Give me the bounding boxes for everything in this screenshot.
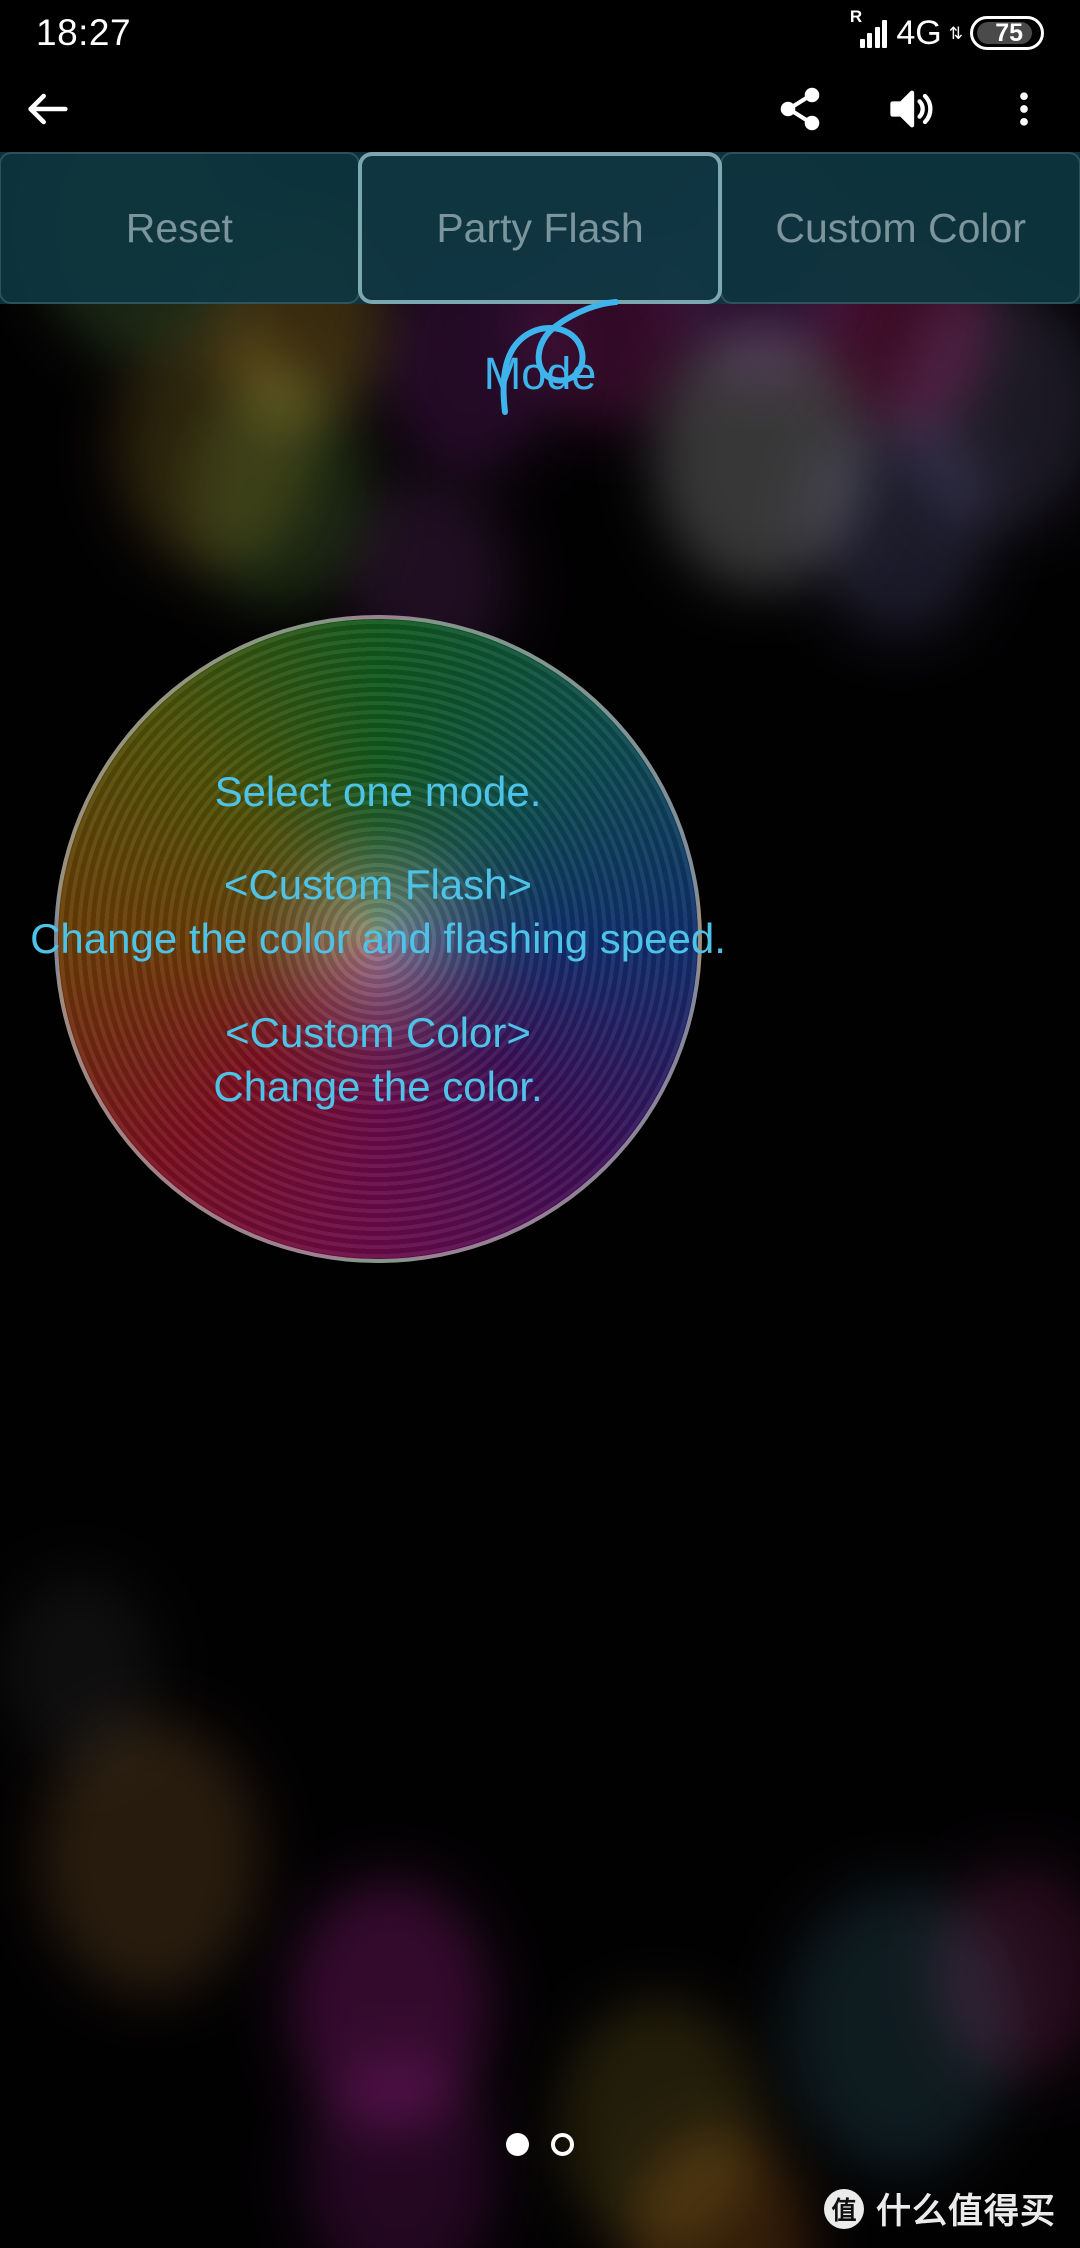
page-dot-active[interactable]: [506, 2133, 529, 2156]
watermark-text: 什么值得买: [875, 2192, 1056, 2231]
phone-screen: 18:27 R 4G ⇅ 75 Reset Party Flash Custom…: [0, 0, 1080, 2248]
bokeh-light: [810, 410, 990, 635]
network-type-label: 4G: [896, 14, 942, 52]
color-wheel-instructions: Select one mode. <Custom Flash> Change t…: [30, 615, 726, 1263]
roaming-indicator: R: [849, 7, 863, 26]
mode-annotation-label: Mode: [483, 348, 597, 399]
tab-label: Party Flash: [436, 204, 644, 251]
color-wheel[interactable]: Select one mode. <Custom Flash> Change t…: [30, 615, 726, 1263]
battery-icon: 75: [970, 16, 1044, 50]
watermark-logo-icon: 值: [823, 2188, 864, 2229]
app-toolbar: [0, 66, 1080, 152]
tab-party-flash[interactable]: Party Flash: [357, 152, 723, 304]
status-bar: 18:27 R 4G ⇅ 75: [0, 0, 1080, 66]
bokeh-light: [5, 1575, 155, 1763]
status-clock: 18:27: [36, 12, 132, 53]
tab-label: Custom Color: [775, 204, 1026, 251]
battery-level-label: 75: [995, 18, 1023, 47]
mode-tab-bar: Reset Party Flash Custom Color: [0, 152, 1080, 304]
tab-label: Reset: [125, 204, 233, 251]
page-indicator: [0, 2133, 1080, 2156]
instruction-line: Select one mode.: [214, 767, 542, 815]
instruction-line: Change the color and flashing speed.: [30, 915, 726, 963]
instruction-line: Change the color.: [213, 1062, 543, 1110]
bokeh-light: [187, 377, 373, 609]
page-dot-inactive[interactable]: [551, 2133, 574, 2156]
instruction-line: <Custom Flash>: [223, 861, 533, 909]
share-icon[interactable]: [744, 66, 856, 152]
more-vertical-icon[interactable]: [968, 66, 1080, 152]
tab-reset[interactable]: Reset: [0, 152, 360, 304]
volume-up-icon[interactable]: [856, 66, 968, 152]
watermark: 值 什么值得买: [823, 2183, 1056, 2234]
signal-bars-icon: R: [850, 8, 888, 48]
status-indicators: R 4G ⇅ 75: [850, 8, 1044, 52]
back-arrow-icon[interactable]: [0, 66, 96, 152]
tab-custom-color[interactable]: Custom Color: [720, 152, 1080, 304]
data-transfer-icon: ⇅: [948, 23, 963, 43]
instruction-line: <Custom Color>: [225, 1008, 531, 1056]
